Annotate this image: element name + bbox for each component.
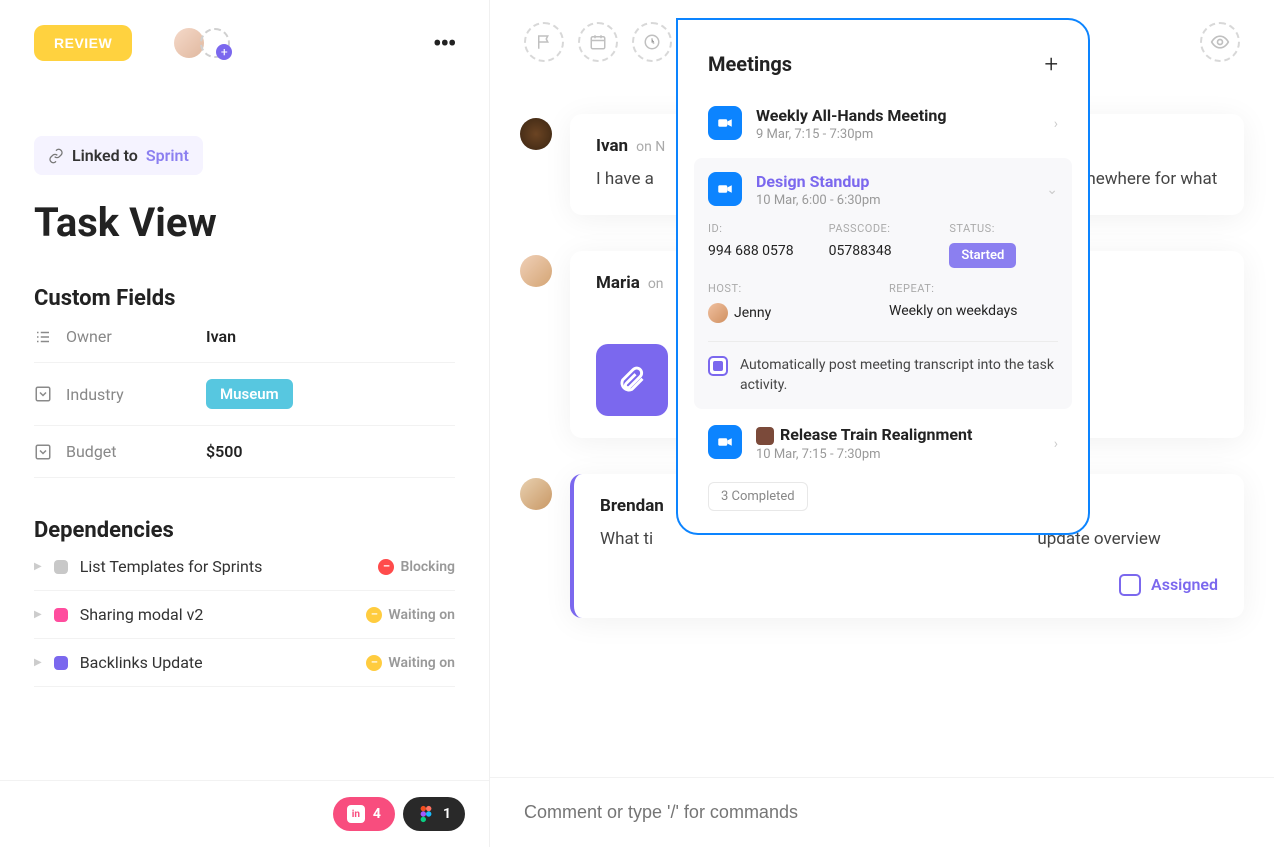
- comment-meta: on: [648, 276, 664, 292]
- completed-pill[interactable]: 3 Completed: [708, 482, 808, 511]
- transcript-text: Automatically post meeting transcript in…: [740, 356, 1058, 395]
- dependency-status: – Waiting on: [366, 607, 455, 623]
- custom-field-row: Budget $500: [34, 426, 455, 478]
- field-value[interactable]: $500: [206, 442, 243, 461]
- meeting-name: Weekly All-Hands Meeting: [756, 106, 1040, 125]
- meeting-id: 994 688 0578: [708, 243, 817, 268]
- dropdown-icon: [34, 385, 52, 403]
- comment-meta: on N: [636, 139, 665, 155]
- dependency-row[interactable]: ▶ List Templates for Sprints – Blocking: [34, 543, 455, 591]
- assigned-checkbox[interactable]: [1119, 574, 1141, 596]
- dependency-name: List Templates for Sprints: [80, 557, 367, 576]
- invision-icon: in: [347, 805, 365, 823]
- header-left: REVIEW •••: [0, 0, 489, 86]
- field-value[interactable]: Ivan: [206, 327, 236, 346]
- attachment-icon[interactable]: [596, 344, 668, 416]
- add-assignee-button[interactable]: [200, 28, 230, 58]
- dependency-name: Sharing modal v2: [80, 605, 355, 624]
- status-square-icon: [54, 656, 68, 670]
- clock-button[interactable]: [632, 22, 672, 62]
- meeting-passcode: 05788348: [829, 243, 938, 268]
- meeting-item[interactable]: Weekly All-Hands Meeting 9 Mar, 7:15 - 7…: [678, 96, 1088, 152]
- meeting-host-label: HOST:: [708, 282, 877, 295]
- chevron-right-icon: ›: [1054, 436, 1058, 452]
- meeting-id-label: ID:: [708, 222, 817, 235]
- flag-button[interactable]: [524, 22, 564, 62]
- chevron-right-icon: ▶: [34, 609, 42, 620]
- meeting-name: Release Train Realignment: [756, 425, 1040, 445]
- list-icon: [34, 328, 52, 346]
- chevron-right-icon: ›: [1054, 116, 1058, 132]
- waiting-icon: –: [366, 607, 382, 623]
- more-menu-button[interactable]: •••: [433, 27, 455, 60]
- linked-prefix: Linked to: [72, 146, 138, 165]
- custom-field-row: Industry Museum: [34, 363, 455, 426]
- meeting-passcode-label: PASSCODE:: [829, 222, 938, 235]
- meeting-time: 9 Mar, 7:15 - 7:30pm: [756, 127, 1040, 142]
- meeting-name: Design Standup: [756, 172, 1032, 191]
- field-label: Industry: [66, 385, 206, 404]
- page-title: Task View: [34, 199, 455, 246]
- avatar: [708, 303, 728, 323]
- field-label: Owner: [66, 327, 206, 346]
- field-label: Budget: [66, 442, 206, 461]
- linked-pill[interactable]: Linked to Sprint: [34, 136, 203, 175]
- meeting-item[interactable]: Design Standup 10 Mar, 6:00 - 6:30pm ⌄: [708, 172, 1058, 208]
- dependency-status: – Waiting on: [366, 655, 455, 671]
- avatar: [520, 255, 552, 287]
- chevron-down-icon[interactable]: ⌄: [1046, 182, 1058, 198]
- chevron-right-icon: ▶: [34, 657, 42, 668]
- invision-badge[interactable]: in 4: [333, 797, 395, 831]
- record-icon: [756, 427, 774, 445]
- video-icon: [708, 106, 742, 140]
- add-meeting-button[interactable]: +: [1044, 50, 1058, 78]
- comment-author: Brendan: [600, 496, 664, 516]
- video-icon: [708, 172, 742, 206]
- meetings-title: Meetings: [708, 52, 792, 76]
- dependency-name: Backlinks Update: [80, 653, 355, 672]
- status-square-icon: [54, 560, 68, 574]
- assignee-avatars: [174, 28, 230, 58]
- status-square-icon: [54, 608, 68, 622]
- figma-badge[interactable]: 1: [403, 797, 465, 831]
- dropdown-icon: [34, 443, 52, 461]
- transcript-checkbox[interactable]: [708, 356, 728, 376]
- meeting-item[interactable]: Release Train Realignment 10 Mar, 7:15 -…: [678, 415, 1088, 472]
- figma-icon: [417, 805, 435, 823]
- custom-field-row: Owner Ivan: [34, 311, 455, 363]
- meeting-time: 10 Mar, 7:15 - 7:30pm: [756, 447, 1040, 462]
- linked-target: Sprint: [146, 146, 189, 165]
- review-button[interactable]: REVIEW: [34, 25, 132, 61]
- comment-input[interactable]: [524, 802, 1240, 823]
- meeting-repeat-label: REPEAT:: [889, 282, 1058, 295]
- meeting-status-label: STATUS:: [949, 222, 1058, 235]
- avatar: [520, 478, 552, 510]
- meeting-repeat: Weekly on weekdays: [889, 303, 1058, 323]
- meeting-host: Jenny: [708, 303, 877, 323]
- waiting-icon: –: [366, 655, 382, 671]
- custom-fields-title: Custom Fields: [34, 286, 455, 311]
- dependency-row[interactable]: ▶ Sharing modal v2 – Waiting on: [34, 591, 455, 639]
- meetings-panel: Meetings + Weekly All-Hands Meeting 9 Ma…: [676, 18, 1090, 535]
- link-icon: [48, 148, 64, 164]
- comment-author: Ivan: [596, 136, 628, 156]
- blocking-icon: –: [378, 559, 394, 575]
- status-badge: Started: [949, 243, 1016, 268]
- meeting-item-expanded: Design Standup 10 Mar, 6:00 - 6:30pm ⌄ I…: [694, 158, 1072, 409]
- calendar-button[interactable]: [578, 22, 618, 62]
- footer-left: in 4 1: [0, 780, 489, 847]
- meeting-time: 10 Mar, 6:00 - 6:30pm: [756, 193, 1032, 208]
- industry-tag[interactable]: Museum: [206, 379, 293, 409]
- dependency-status: – Blocking: [378, 559, 455, 575]
- avatar: [520, 118, 552, 150]
- assigned-label: Assigned: [1151, 575, 1218, 594]
- dependencies-title: Dependencies: [34, 518, 455, 543]
- comment-box: [490, 777, 1274, 847]
- comment-author: Maria: [596, 273, 640, 293]
- chevron-right-icon: ▶: [34, 561, 42, 572]
- watch-button[interactable]: [1200, 22, 1240, 62]
- video-icon: [708, 425, 742, 459]
- dependency-row[interactable]: ▶ Backlinks Update – Waiting on: [34, 639, 455, 687]
